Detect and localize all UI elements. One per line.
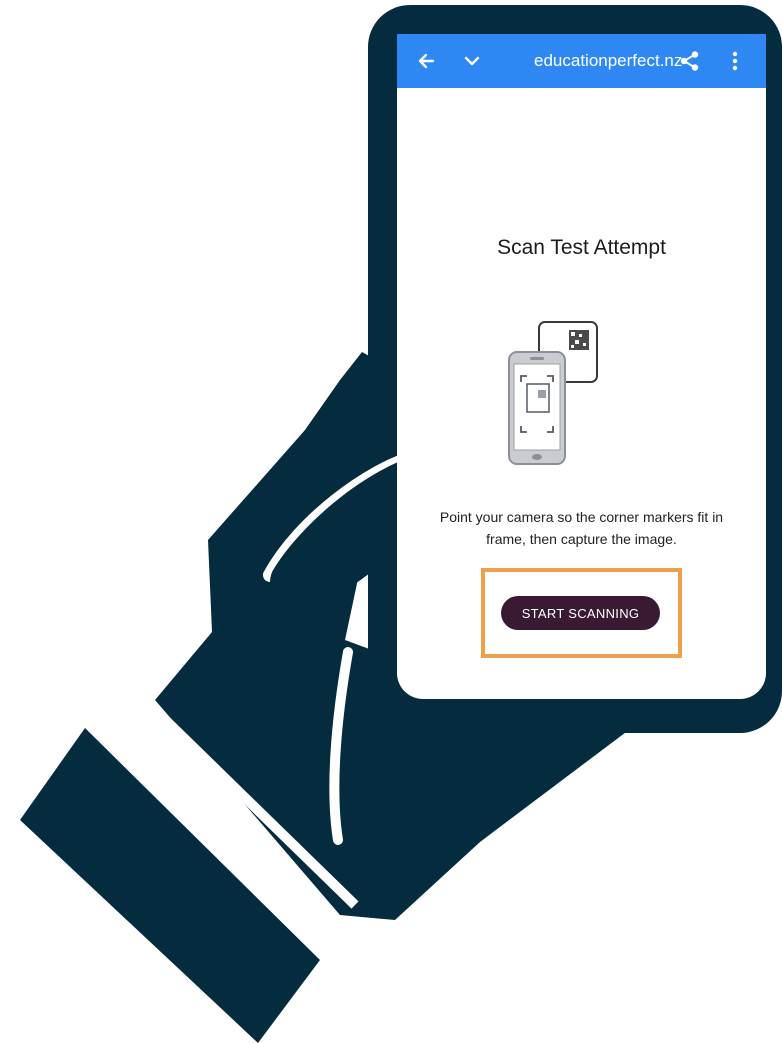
chevron-down-icon[interactable]	[455, 34, 489, 88]
instructions-text: Point your camera so the corner markers …	[397, 506, 766, 550]
instructions-line-2: frame, then capture the image.	[486, 531, 677, 547]
url-text[interactable]: educationperfect.nz	[534, 51, 682, 71]
more-vertical-icon[interactable]	[723, 34, 747, 88]
qr-code-icon	[569, 330, 589, 350]
instructions-line-1: Point your camera so the corner markers …	[439, 509, 724, 525]
phone-scanning-qr-illustration	[508, 321, 598, 465]
browser-toolbar: educationperfect.nz	[397, 34, 766, 88]
page-title: Scan Test Attempt	[497, 236, 666, 259]
back-arrow-icon[interactable]	[409, 34, 443, 88]
start-scanning-button[interactable]: START SCANNING	[501, 596, 660, 630]
share-icon[interactable]	[673, 34, 707, 88]
